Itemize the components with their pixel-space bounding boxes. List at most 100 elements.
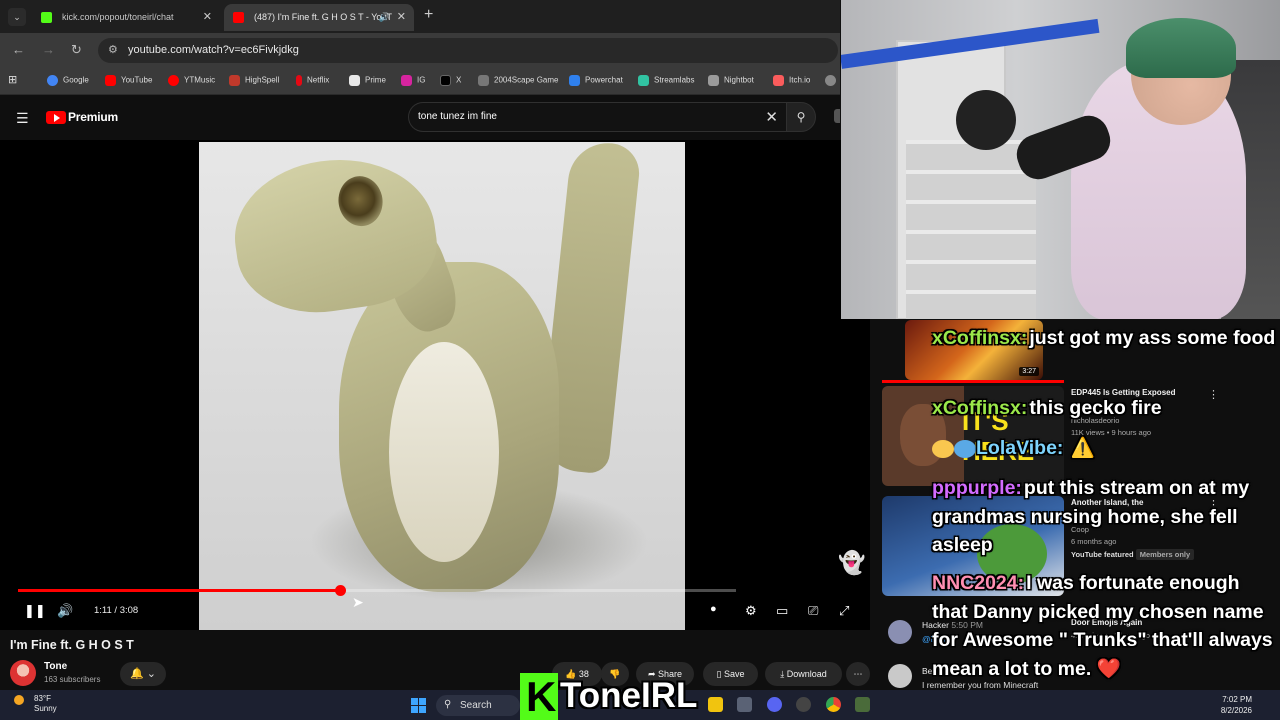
emote-icon — [954, 439, 976, 458]
minecraft-icon[interactable] — [855, 697, 870, 712]
gecko-belly — [389, 342, 499, 562]
omnibox[interactable]: ⚙ youtube.com/watch?v=ec6Fivkjdkg — [98, 38, 838, 63]
video-duration: 3:27 — [1019, 367, 1039, 376]
discord-icon[interactable] — [767, 697, 782, 712]
chat-message: xCoffinsx: this gecko fire — [932, 394, 1278, 423]
chat-username: NNC2024: — [932, 572, 1025, 594]
youtube-logo-icon[interactable] — [46, 111, 66, 124]
forward-arrow-icon[interactable]: → — [42, 42, 55, 57]
bookmark-netflix[interactable]: Netflix — [296, 75, 329, 86]
fullscreen-icon[interactable]: ⤢ — [839, 603, 849, 619]
system-clock[interactable]: 7:02 PM 8/2/2026 — [1208, 694, 1252, 716]
weather-widget[interactable]: 83°F Sunny — [34, 694, 57, 714]
youtube-favicon-icon — [233, 12, 244, 23]
search-query[interactable]: tone tunez im fine — [418, 111, 497, 122]
apps-grid-icon[interactable]: ⊞ — [8, 73, 17, 86]
bookmark-youtube[interactable]: YouTube — [105, 75, 152, 86]
chrome-icon[interactable] — [826, 697, 841, 712]
screen: ⌄ kick.com/popout/toneirl/chat ✕ (487) I… — [0, 0, 1280, 720]
file-explorer-icon[interactable] — [708, 697, 723, 712]
gecko-eye — [335, 173, 386, 229]
bookmark-instagram[interactable]: IG — [401, 75, 425, 86]
save-label: Save — [723, 669, 745, 679]
browser-tab-strip: ⌄ kick.com/popout/toneirl/chat ✕ (487) I… — [0, 0, 840, 33]
search-input[interactable]: tone tunez im fine ✕ — [408, 102, 786, 132]
google-icon — [47, 75, 58, 86]
bookmark-streamlabs[interactable]: Streamlabs — [638, 75, 694, 86]
ghost-sticker-icon: 👻 — [838, 550, 866, 575]
progress-bar[interactable] — [18, 585, 736, 596]
channel-avatar[interactable] — [10, 660, 36, 686]
powerchat-icon — [569, 75, 580, 86]
webcam-headphones-cap — [1126, 18, 1236, 78]
channel-name[interactable]: Tone — [44, 661, 67, 672]
bookmark-itchio[interactable]: Itch.io — [773, 75, 810, 86]
progress-played — [18, 589, 340, 592]
menu-hamburger-icon[interactable]: ☰ — [16, 110, 29, 127]
bookmark-x[interactable]: X — [440, 75, 461, 86]
bookmark-label: Netflix — [307, 75, 330, 85]
taskbar-search[interactable]: ⚲ Search — [436, 695, 520, 716]
windows-start-icon[interactable] — [411, 698, 426, 713]
chat-text: just got my ass some food — [1029, 327, 1276, 349]
download-button[interactable]: ⤓ Download — [765, 662, 842, 686]
video-title: I'm Fine ft. G H O S T — [10, 638, 134, 652]
bookmark-nightbot[interactable]: Nightbot — [708, 75, 754, 86]
url-text[interactable]: youtube.com/watch?v=ec6Fivkjdkg — [128, 44, 299, 56]
webcam-overlay — [841, 0, 1280, 319]
back-arrow-icon[interactable]: ← — [12, 42, 25, 57]
bookmark-prime[interactable]: Prime — [349, 75, 386, 86]
new-tab-plus-icon[interactable]: + — [424, 6, 433, 24]
reload-icon[interactable]: ↻ — [71, 42, 82, 58]
volume-icon[interactable]: 🔊 — [57, 603, 73, 619]
youtube-premium-logo[interactable]: Premium — [68, 110, 118, 124]
address-toolbar: ← → ↻ ⚙ youtube.com/watch?v=ec6Fivkjdkg — [0, 33, 840, 68]
chat-message: LolaVibe: ⚠️ — [932, 434, 1278, 463]
download-label: Download — [786, 669, 827, 679]
clear-search-icon[interactable]: ✕ — [765, 108, 778, 126]
bookmark-label: Prime — [365, 75, 386, 85]
bookmark-2004scape[interactable]: 2004Scape Game — [478, 75, 559, 86]
tab-youtube-video[interactable]: (487) I'm Fine ft. G H O S T - YouT 🔊 ✕ — [224, 4, 414, 31]
save-button[interactable]: ▯ Save — [703, 662, 758, 686]
voice-search-icon[interactable] — [834, 109, 840, 123]
bookmark-label: Google — [63, 75, 89, 85]
notification-bell-button[interactable]: 🔔 ⌄ — [120, 662, 166, 686]
comment-avatar[interactable] — [888, 664, 912, 688]
comment-username: Be — [922, 666, 933, 676]
autoplay-toggle-icon[interactable]: ● — [710, 603, 717, 615]
weather-sun-icon[interactable] — [14, 695, 24, 705]
scrubber-handle[interactable] — [334, 585, 346, 596]
bookmark-globe-icon[interactable] — [825, 75, 841, 86]
close-tab-icon[interactable]: ✕ — [203, 4, 212, 31]
search-button[interactable]: ⚲ — [786, 102, 816, 132]
pause-icon[interactable]: ❚❚ — [24, 603, 46, 619]
video-frame-gecko[interactable] — [199, 142, 685, 630]
watched-progress — [882, 380, 1064, 383]
theater-mode-icon[interactable]: ▭ — [776, 603, 788, 619]
calculator-icon[interactable] — [737, 697, 752, 712]
chevron-down-icon: ⌄ — [146, 668, 156, 680]
settings-gear-icon[interactable]: ⚙ — [745, 603, 757, 619]
chat-username: pppurple: — [932, 477, 1022, 499]
tab-kick-chat[interactable]: kick.com/popout/toneirl/chat ✕ — [32, 4, 220, 31]
more-actions-button[interactable]: ⋯ — [846, 662, 870, 686]
time-display: 1:11 / 3:08 — [94, 605, 139, 616]
video-player[interactable]: 👻 ➤ ❚❚ 🔊 1:11 / 3:08 ● ⚙ ▭ ⎚ ⤢ — [0, 140, 870, 630]
close-tab-icon[interactable]: ✕ — [397, 4, 406, 31]
audio-playing-icon[interactable]: 🔊 — [379, 4, 390, 31]
bookmark-powerchat[interactable]: Powerchat — [569, 75, 623, 86]
comment-avatar[interactable] — [888, 620, 912, 644]
obs-icon[interactable] — [796, 697, 811, 712]
site-info-icon[interactable]: ⚙ — [108, 43, 118, 56]
tab-search-menu-icon[interactable]: ⌄ — [8, 8, 26, 26]
youtube-icon — [105, 75, 116, 86]
bookmark-label: Powerchat — [585, 75, 623, 85]
bookmark-ytmusic[interactable]: YTMusic — [168, 75, 215, 86]
highspell-icon — [229, 75, 240, 86]
bookmark-label: YouTube — [121, 75, 153, 85]
cast-icon[interactable]: ⎚ — [808, 603, 818, 619]
bookmark-google[interactable]: Google — [47, 75, 89, 86]
bookmark-highspell[interactable]: HighSpell — [229, 75, 279, 86]
bookmark-label: X — [456, 75, 462, 85]
